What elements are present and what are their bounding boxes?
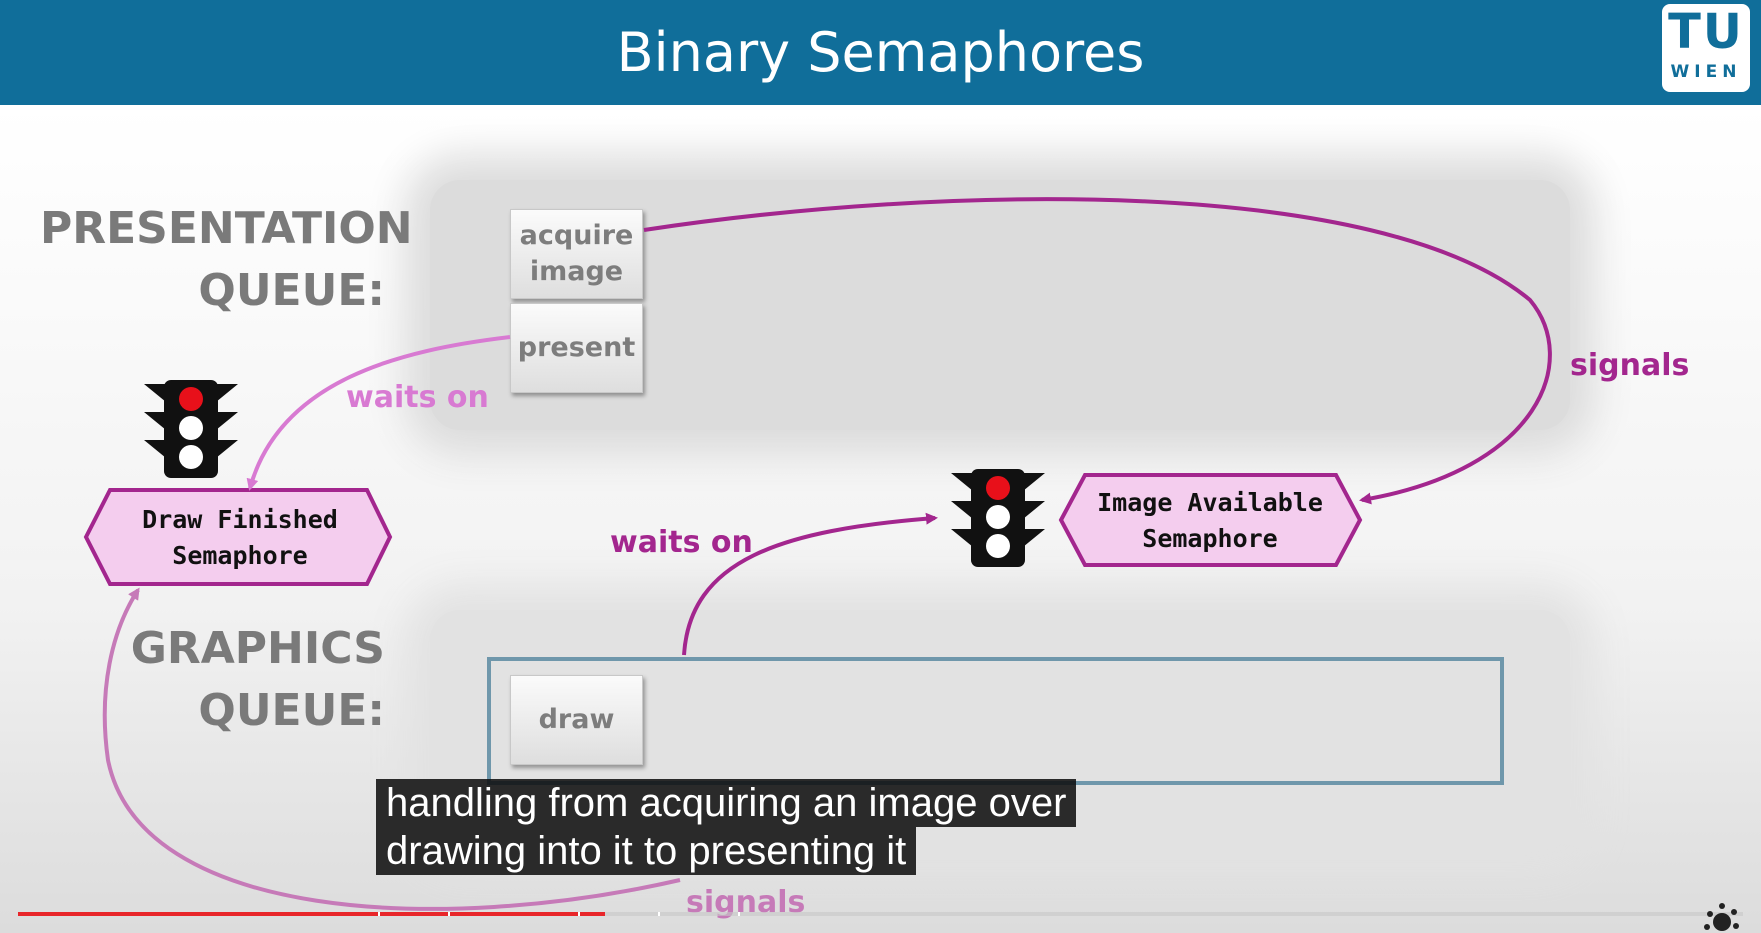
image-available-line1: Image Available [1097,488,1323,517]
splash-icon [1704,903,1739,931]
subtitle-line-1: handling from acquiring an image over [376,779,1077,827]
draw-finished-line2: Semaphore [172,541,308,570]
image-available-line2: Semaphore [1142,524,1278,553]
video-progress-played [18,912,605,916]
chapter-marker [378,912,380,916]
chapter-marker [738,912,740,916]
subtitle-line-2: drawing into it to presenting it [376,827,917,875]
waits-on-label-top: waits on [346,380,489,415]
chapter-marker [658,912,660,916]
draw-finished-line1: Draw Finished [142,505,338,534]
signals-label-top: signals [1570,348,1690,383]
signals-label-bottom: signals [686,885,806,920]
chapter-marker [578,912,580,916]
draw-finished-semaphore-label: Draw Finished Semaphore [110,502,370,574]
video-progress-bar[interactable] [18,912,1743,916]
arrow-acquire-signals-image-available [643,197,1552,505]
traffic-light-icon [144,380,238,478]
image-available-semaphore-label: Image Available Semaphore [1070,485,1350,557]
waits-on-label-middle: waits on [610,525,753,560]
chapter-marker [448,912,450,916]
traffic-light-icon [951,469,1045,567]
